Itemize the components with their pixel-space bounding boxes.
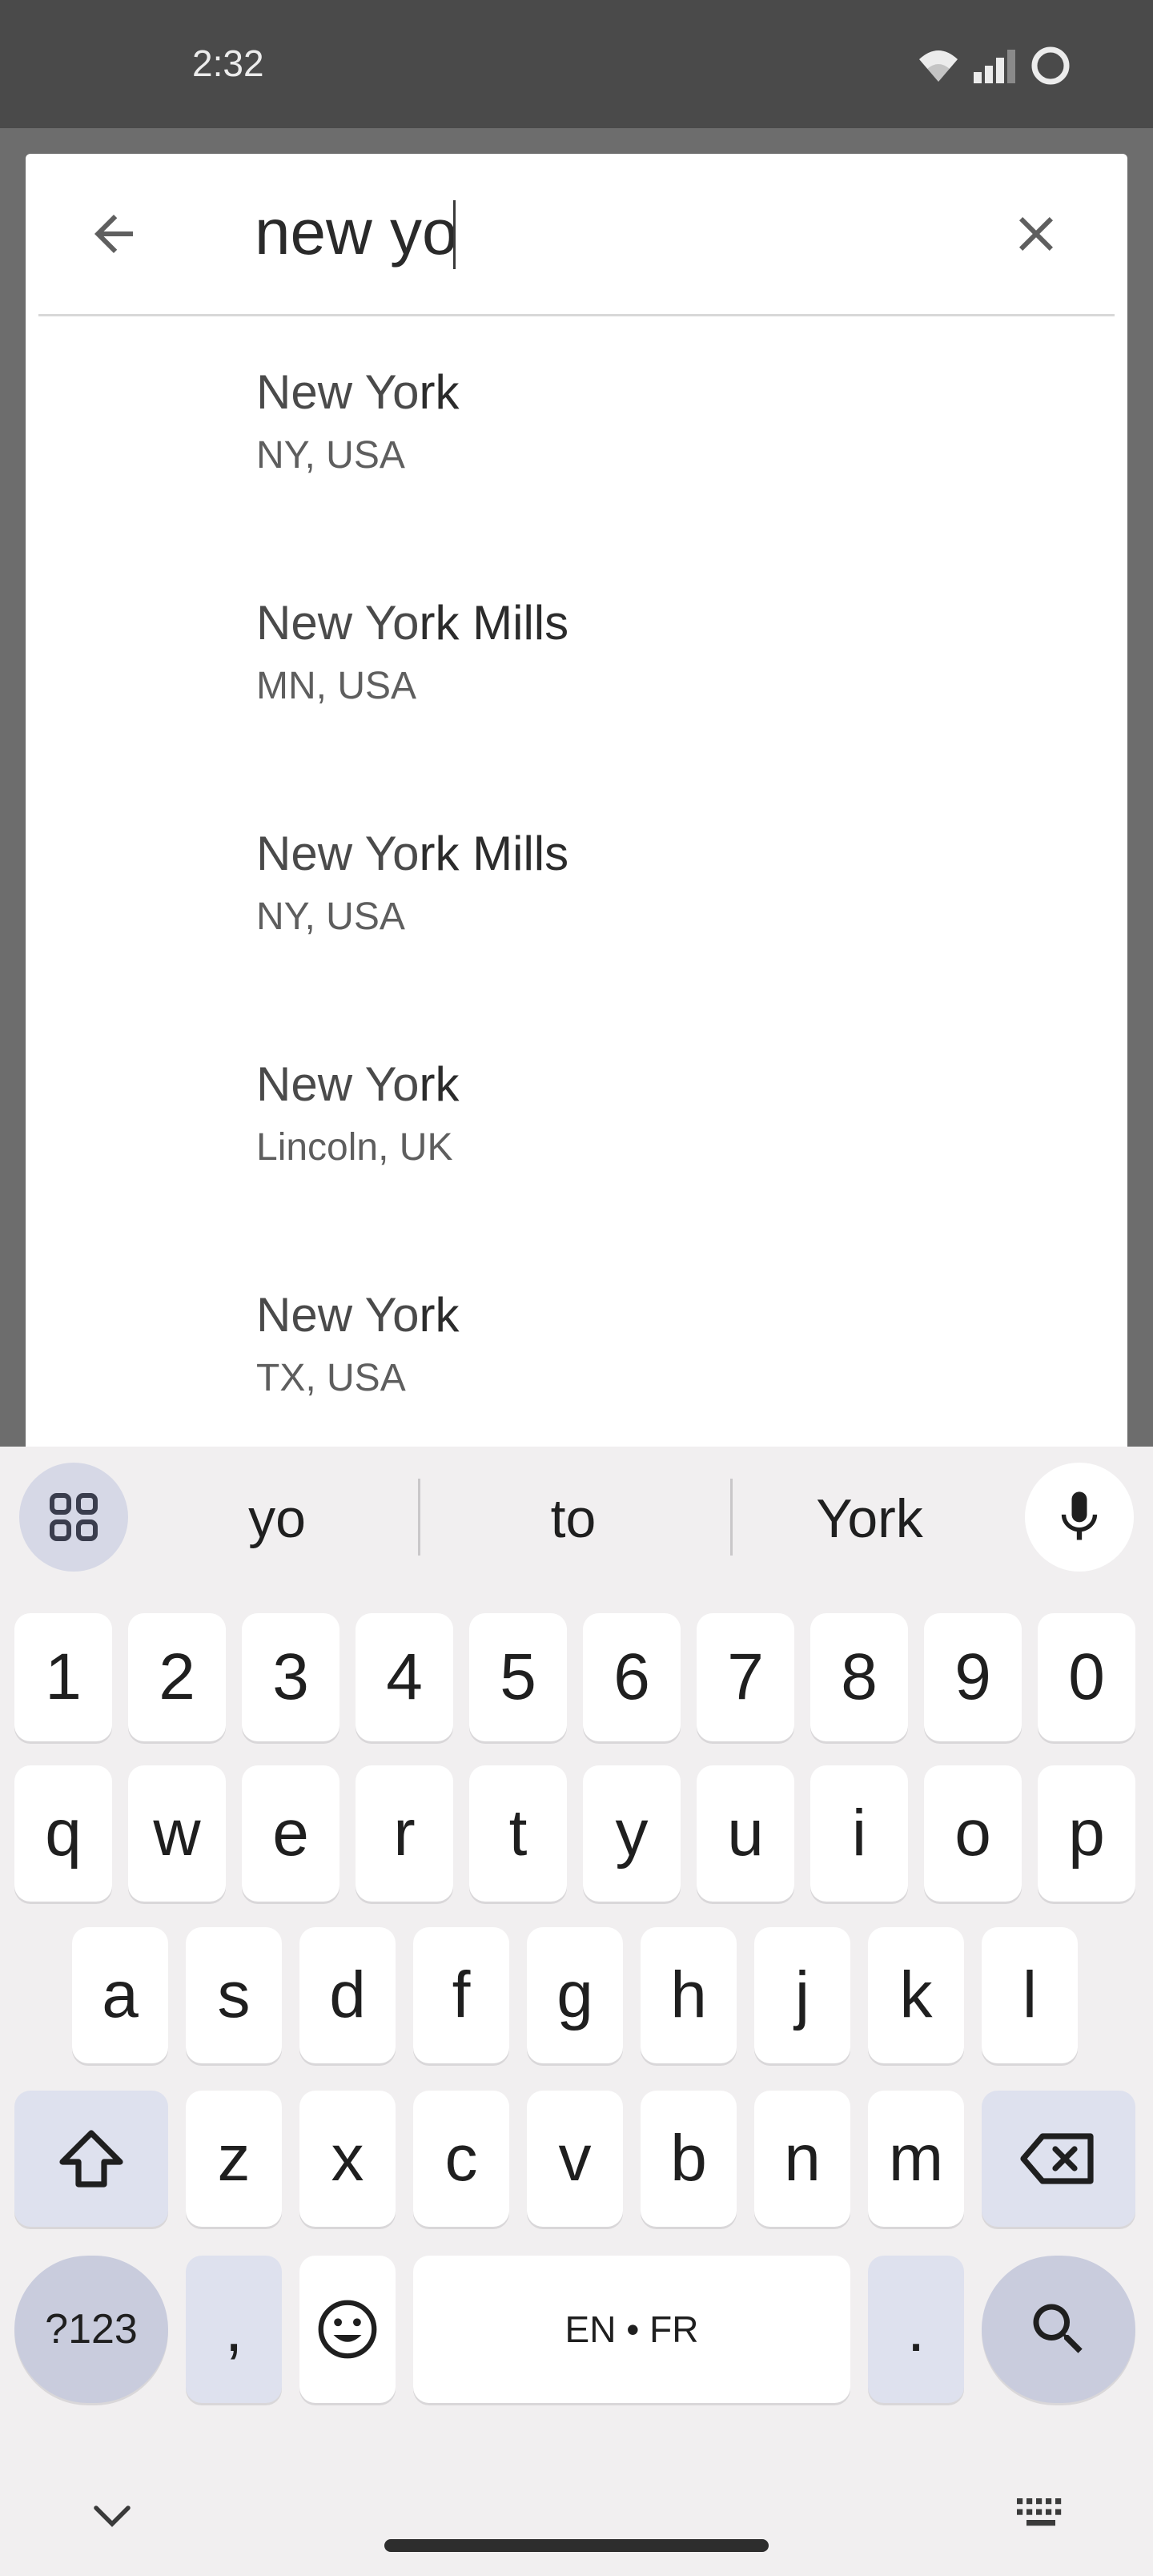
result-location: Lincoln, UK xyxy=(256,1126,453,1169)
key-g[interactable]: g xyxy=(527,1927,623,2063)
close-icon xyxy=(1019,217,1053,251)
key-m[interactable]: m xyxy=(868,2091,964,2227)
key-u[interactable]: u xyxy=(697,1765,794,1902)
arrow-left-icon xyxy=(94,215,133,253)
keyboard-apps-button[interactable] xyxy=(19,1463,128,1572)
emoji-icon xyxy=(318,2300,377,2359)
suggestion-strip: yo to York xyxy=(0,1447,1153,1591)
key-b[interactable]: b xyxy=(641,2091,737,2227)
key-8[interactable]: 8 xyxy=(810,1613,908,1741)
result-item[interactable]: New York NY, USA xyxy=(26,316,1127,547)
key-0[interactable]: 0 xyxy=(1038,1613,1135,1741)
result-name: New York xyxy=(256,1288,460,1342)
key-c[interactable]: c xyxy=(413,2091,509,2227)
result-item[interactable]: New York Mills NY, USA xyxy=(26,778,1127,1008)
key-l[interactable]: l xyxy=(982,1927,1078,2063)
key-h[interactable]: h xyxy=(641,1927,737,2063)
backspace-key[interactable] xyxy=(982,2091,1135,2227)
symbols-key[interactable]: ?123 xyxy=(14,2256,168,2403)
result-item[interactable]: New York Mills MN, USA xyxy=(26,547,1127,778)
search-panel: New York NY, USA New York Mills MN, USA … xyxy=(26,154,1127,1447)
key-v[interactable]: v xyxy=(527,2091,623,2227)
key-n[interactable]: n xyxy=(754,2091,850,2227)
wifi-icon xyxy=(919,50,958,82)
key-z[interactable]: z xyxy=(186,2091,282,2227)
key-q[interactable]: q xyxy=(14,1765,112,1902)
keyboard-icon[interactable] xyxy=(1012,2493,1070,2538)
microphone-icon xyxy=(1061,1491,1098,1540)
clear-search-button[interactable] xyxy=(996,194,1076,274)
key-t[interactable]: t xyxy=(469,1765,567,1902)
key-x[interactable]: x xyxy=(299,2091,396,2227)
battery-icon xyxy=(1031,46,1070,85)
backspace-icon xyxy=(1020,2133,1094,2184)
text-cursor xyxy=(453,200,456,269)
key-y[interactable]: y xyxy=(583,1765,681,1902)
result-location: TX, USA xyxy=(256,1357,406,1399)
key-9[interactable]: 9 xyxy=(924,1613,1022,1741)
key-d[interactable]: d xyxy=(299,1927,396,2063)
key-3[interactable]: 3 xyxy=(242,1613,339,1741)
key-4[interactable]: 4 xyxy=(356,1613,453,1741)
shift-icon xyxy=(59,2130,123,2188)
key-a[interactable]: a xyxy=(72,1927,168,2063)
status-time: 2:32 xyxy=(192,42,264,84)
keyboard-nav-bar xyxy=(0,2424,1153,2576)
key-i[interactable]: i xyxy=(810,1765,908,1902)
key-j[interactable]: j xyxy=(754,1927,850,2063)
key-e[interactable]: e xyxy=(242,1765,339,1902)
status-bar: 2:32 xyxy=(0,0,1153,128)
soft-keyboard: yo to York 1 2 3 4 5 6 7 8 9 0 q w e r t… xyxy=(0,1447,1153,2576)
result-location: MN, USA xyxy=(256,665,417,707)
apps-grid-icon xyxy=(50,1493,98,1541)
result-item[interactable]: New York Lincoln, UK xyxy=(26,1008,1127,1239)
result-name: New York xyxy=(256,365,460,419)
search-bar xyxy=(26,154,1127,314)
back-button[interactable] xyxy=(74,194,154,274)
result-location: NY, USA xyxy=(256,896,405,938)
voice-input-button[interactable] xyxy=(1025,1463,1134,1572)
key-p[interactable]: p xyxy=(1038,1765,1135,1902)
suggestion-divider xyxy=(418,1479,420,1556)
key-k[interactable]: k xyxy=(868,1927,964,2063)
result-location: NY, USA xyxy=(256,434,405,477)
home-indicator[interactable] xyxy=(384,2539,769,2552)
key-r[interactable]: r xyxy=(356,1765,453,1902)
emoji-key[interactable] xyxy=(299,2256,396,2403)
key-2[interactable]: 2 xyxy=(128,1613,226,1741)
key-6[interactable]: 6 xyxy=(583,1613,681,1741)
signal-icon xyxy=(974,50,1015,83)
key-7[interactable]: 7 xyxy=(697,1613,794,1741)
key-f[interactable]: f xyxy=(413,1927,509,2063)
search-input[interactable] xyxy=(255,192,975,272)
key-w[interactable]: w xyxy=(128,1765,226,1902)
suggestion-1[interactable]: yo xyxy=(157,1479,397,1559)
result-name: New York Mills xyxy=(256,596,569,650)
key-1[interactable]: 1 xyxy=(14,1613,112,1741)
suggestion-2[interactable]: to xyxy=(453,1479,693,1559)
comma-key[interactable]: , xyxy=(186,2256,282,2403)
period-key[interactable]: . xyxy=(868,2256,964,2403)
key-o[interactable]: o xyxy=(924,1765,1022,1902)
key-5[interactable]: 5 xyxy=(469,1613,567,1741)
space-key[interactable]: EN • FR xyxy=(413,2256,850,2403)
result-name: New York Mills xyxy=(256,827,569,880)
search-key[interactable] xyxy=(982,2256,1135,2403)
search-icon xyxy=(1033,2304,1083,2353)
suggestion-divider xyxy=(730,1479,733,1556)
suggestion-3[interactable]: York xyxy=(749,1479,990,1559)
chevron-down-icon[interactable] xyxy=(88,2496,136,2536)
result-name: New York xyxy=(256,1057,460,1111)
key-s[interactable]: s xyxy=(186,1927,282,2063)
status-icons xyxy=(916,42,1073,90)
result-item[interactable]: New York TX, USA xyxy=(26,1239,1127,1447)
shift-key[interactable] xyxy=(14,2091,168,2227)
